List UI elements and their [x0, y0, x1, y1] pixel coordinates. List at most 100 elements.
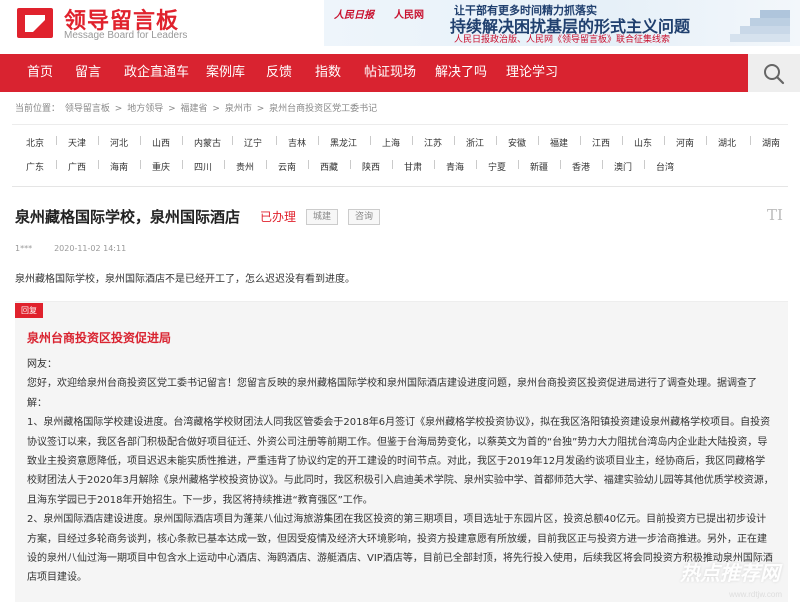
banner-stairs-icon — [730, 10, 790, 42]
region-link[interactable]: 安徽 — [508, 136, 526, 149]
region-link[interactable]: 贵州 — [236, 160, 254, 173]
campaign-banner[interactable]: 人民日报 人民网 让干部有更多时间精力抓落实 持续解决困扰基层的形式主义问题 人… — [324, 0, 800, 46]
nav-enterprise[interactable]: 政企直通车 — [124, 54, 189, 92]
region-link[interactable]: 河北 — [110, 136, 128, 149]
region-link[interactable]: 重庆 — [152, 160, 170, 173]
region-selector: 北京 | 天津 | 河北 | 山西 | 内蒙古 | 辽宁 | 吉林 | 黑龙江 | 上海 | 江苏 | 浙江 | 安徽 | 福建… — [12, 132, 788, 180]
site-subtitle: Message Board for Leaders — [64, 30, 188, 41]
region-link[interactable]: 新疆 — [530, 160, 548, 173]
breadcrumb-fujian[interactable]: 福建省 — [181, 104, 208, 114]
region-separator: | — [475, 160, 479, 170]
region-link[interactable]: 黑龙江 — [330, 136, 357, 149]
font-size-icon[interactable]: TI — [767, 206, 783, 224]
tag-consult[interactable]: 咨询 — [348, 209, 381, 225]
region-link[interactable]: 江苏 — [424, 136, 442, 149]
region-link[interactable]: 吉林 — [288, 136, 306, 149]
region-separator: | — [223, 160, 227, 170]
region-separator: | — [749, 136, 753, 146]
region-separator: | — [349, 160, 353, 170]
reply-paragraph: 1、泉州藏格国际学校建设进度。台湾藏格学校财团法人同我区管委会于2018年6月签… — [27, 417, 774, 506]
region-separator: | — [139, 136, 143, 146]
message-meta: 1*** 2020-11-02 14:11 — [15, 244, 126, 253]
nav-index[interactable]: 指数 — [315, 54, 341, 92]
nav-home[interactable]: 首页 — [27, 54, 53, 92]
nav-message[interactable]: 留言 — [75, 54, 101, 92]
region-link[interactable]: 香港 — [572, 160, 590, 173]
region-link[interactable]: 山西 — [152, 136, 170, 149]
divider — [12, 124, 788, 125]
region-link[interactable]: 河南 — [676, 136, 694, 149]
site-header: 领导留言板 Message Board for Leaders 人民日报 人民网… — [0, 0, 800, 52]
reply-paragraph: 您好，欢迎给泉州台商投资区党工委书记留言！您留言反映的泉州藏格国际学校和泉州国际… — [27, 378, 757, 409]
status-badge: 已办理 — [260, 210, 297, 224]
region-separator: | — [231, 136, 235, 146]
region-link[interactable]: 广西 — [68, 160, 86, 173]
region-separator: | — [369, 136, 373, 146]
message-time: 2020-11-02 14:11 — [54, 244, 127, 253]
region-separator: | — [265, 160, 269, 170]
region-separator: | — [705, 136, 709, 146]
region-link[interactable]: 台湾 — [656, 160, 674, 173]
region-separator: | — [537, 136, 541, 146]
region-link[interactable]: 江西 — [592, 136, 610, 149]
nav-solved[interactable]: 解决了吗 — [435, 54, 487, 92]
breadcrumb: 当前位置： 领导留言板 > 地方领导 > 福建省 > 泉州市 > 泉州台商投资区… — [15, 101, 379, 114]
region-link[interactable]: 湖北 — [718, 136, 736, 149]
region-separator: | — [517, 160, 521, 170]
region-separator: | — [97, 136, 101, 146]
tag-urban-construction[interactable]: 城建 — [306, 209, 339, 225]
nav-cases[interactable]: 案例库 — [206, 54, 245, 92]
banner-brand-renminwang: 人民网 — [394, 10, 424, 21]
reply-greeting: 网友： — [27, 359, 57, 370]
region-link[interactable]: 山东 — [634, 136, 652, 149]
region-link[interactable]: 广东 — [26, 160, 44, 173]
region-separator: | — [139, 160, 143, 170]
search-button[interactable] — [748, 54, 800, 92]
region-link[interactable]: 北京 — [26, 136, 44, 149]
reply-paragraph: 2、泉州国际酒店建设进度。泉州国际酒店项目为蓬莱八仙过海旅游集团在我区投资的第三… — [27, 514, 773, 584]
region-link[interactable]: 四川 — [194, 160, 212, 173]
nav-feedback[interactable]: 反馈 — [266, 54, 292, 92]
breadcrumb-leaders-board[interactable]: 领导留言板 — [65, 104, 110, 114]
message-author: 1*** — [15, 244, 33, 253]
region-link[interactable]: 辽宁 — [244, 136, 262, 149]
breadcrumb-secretary[interactable]: 泉州台商投资区党工委书记 — [269, 104, 377, 114]
region-link[interactable]: 西藏 — [320, 160, 338, 173]
region-separator: | — [411, 136, 415, 146]
breadcrumb-quanzhou[interactable]: 泉州市 — [225, 104, 252, 114]
region-link[interactable]: 陕西 — [362, 160, 380, 173]
region-link[interactable]: 青海 — [446, 160, 464, 173]
region-link[interactable]: 内蒙古 — [194, 136, 221, 149]
breadcrumb-prefix: 当前位置： — [15, 104, 61, 114]
breadcrumb-local-leaders[interactable]: 地方领导 — [127, 104, 163, 114]
region-separator: | — [391, 160, 395, 170]
region-separator: | — [275, 136, 279, 146]
site-logo-icon[interactable] — [15, 6, 59, 42]
region-separator: | — [307, 160, 311, 170]
watermark-url: www.rdtjw.com — [729, 590, 782, 599]
region-separator: | — [97, 160, 101, 170]
region-link[interactable]: 云南 — [278, 160, 296, 173]
watermark-text: 热点推荐网 — [680, 561, 780, 585]
region-separator: | — [495, 136, 499, 146]
nav-onsite[interactable]: 帖证现场 — [364, 54, 416, 92]
nav-theory[interactable]: 理论学习 — [506, 54, 558, 92]
breadcrumb-sep: > — [168, 104, 176, 114]
region-link[interactable]: 宁夏 — [488, 160, 506, 173]
region-link[interactable]: 甘肃 — [404, 160, 422, 173]
region-link[interactable]: 浙江 — [466, 136, 484, 149]
region-separator: | — [55, 160, 59, 170]
region-link[interactable]: 福建 — [550, 136, 568, 149]
breadcrumb-sep: > — [256, 104, 265, 114]
region-link[interactable]: 上海 — [382, 136, 400, 149]
main-nav: 首页 留言 政企直通车 案例库 反馈 指数 帖证现场 解决了吗 理论学习 — [0, 54, 800, 92]
region-separator: | — [601, 160, 605, 170]
banner-line-3: 人民日报政治版、人民网《领导留言板》联合征集线索 — [454, 35, 671, 45]
region-link[interactable]: 天津 — [68, 136, 86, 149]
breadcrumb-sep: > — [114, 104, 123, 114]
region-link[interactable]: 湖南 — [762, 136, 780, 149]
region-link[interactable]: 澳门 — [614, 160, 632, 173]
region-link[interactable]: 海南 — [110, 160, 128, 173]
message-title: 泉州藏格国际学校，泉州国际酒店 — [15, 208, 241, 226]
region-separator: | — [453, 136, 457, 146]
